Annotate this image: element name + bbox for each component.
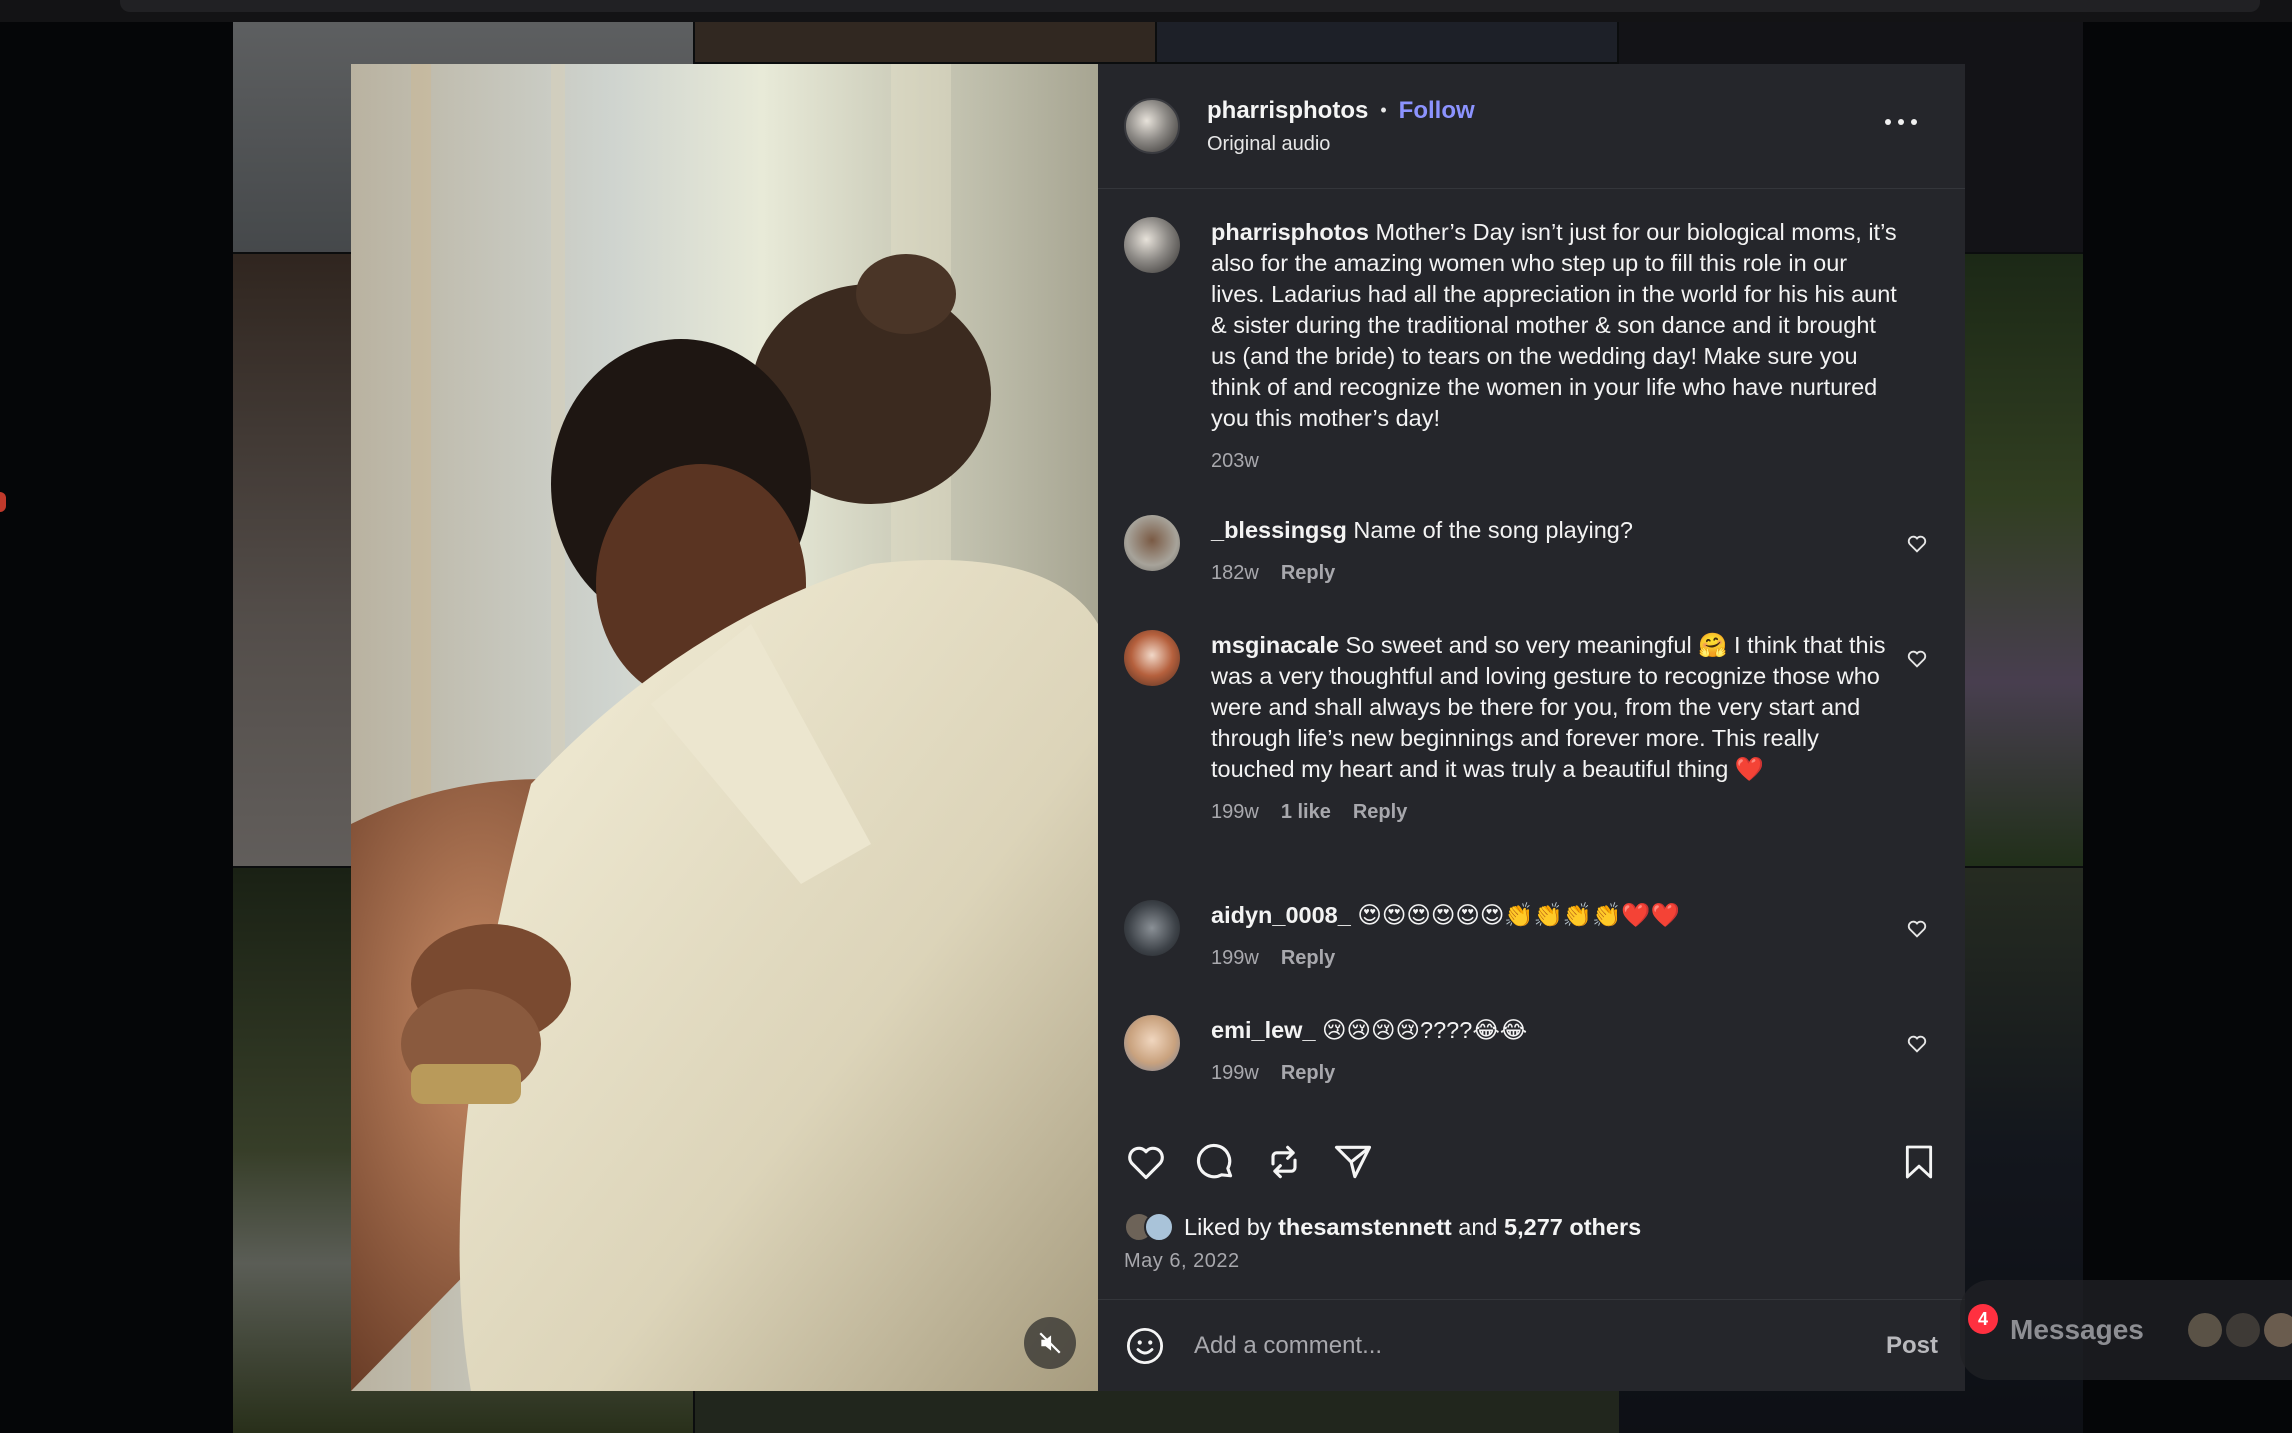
muted-icon: [1039, 1332, 1061, 1354]
post-side-panel: pharrisphotos • Follow Original audio ph…: [1098, 64, 1965, 1391]
comment-text: 😍😍😍😍😍😍👏👏👏👏❤️❤️: [1357, 902, 1680, 928]
comment-time[interactable]: 182w: [1211, 558, 1259, 589]
reply-button[interactable]: Reply: [1353, 797, 1407, 828]
post-actions: [1124, 1138, 1939, 1186]
messages-label: Messages: [2010, 1314, 2144, 1345]
post-button[interactable]: Post: [1886, 1332, 1938, 1360]
follow-button[interactable]: Follow: [1399, 97, 1475, 125]
reply-button[interactable]: Reply: [1281, 943, 1335, 974]
messages-bar[interactable]: 4 Messages: [1960, 1280, 2292, 1380]
liker-username[interactable]: thesamstennett: [1278, 1214, 1452, 1240]
comment-time[interactable]: 199w: [1211, 797, 1259, 828]
comment-likes[interactable]: 1 like: [1281, 797, 1331, 828]
comment-icon[interactable]: [1193, 1140, 1237, 1184]
video-frame: [351, 64, 1098, 1391]
comment-text: 😢😢😢😢????😂😂: [1322, 1017, 1528, 1043]
heart-icon[interactable]: [1124, 1140, 1168, 1184]
comment-heart-icon[interactable]: [1906, 648, 1928, 670]
emoji-icon[interactable]: [1124, 1325, 1166, 1367]
bookmark-icon[interactable]: [1899, 1140, 1939, 1184]
comment-time[interactable]: 199w: [1211, 1058, 1259, 1089]
post-modal: pharrisphotos • Follow Original audio ph…: [351, 64, 1965, 1391]
mute-button[interactable]: [1024, 1317, 1076, 1369]
comment-username[interactable]: emi_lew_: [1211, 1017, 1316, 1043]
and-label: and: [1458, 1213, 1498, 1240]
reply-button[interactable]: Reply: [1281, 558, 1335, 589]
separator-dot: •: [1380, 100, 1387, 120]
more-icon[interactable]: [1885, 112, 1917, 132]
message-avatar: [2263, 1313, 2292, 1347]
commenter-avatar[interactable]: [1124, 900, 1180, 956]
messages-badge: 4: [1968, 1304, 1998, 1334]
comment-heart-icon[interactable]: [1906, 1033, 1928, 1055]
commenter-avatar[interactable]: [1124, 1015, 1180, 1071]
liker-avatar[interactable]: [1144, 1212, 1174, 1242]
commenter-avatar[interactable]: [1124, 515, 1180, 571]
comment-username[interactable]: aidyn_0008_: [1211, 902, 1351, 928]
comment-time[interactable]: 199w: [1211, 943, 1259, 974]
messages-avatars: [2184, 1313, 2292, 1347]
likes-summary: Liked by thesamstennett and 5,277 others: [1124, 1212, 1641, 1242]
comment-composer: Post: [1098, 1299, 1965, 1391]
author-username[interactable]: pharrisphotos: [1207, 97, 1368, 125]
comment-input[interactable]: [1194, 1325, 1854, 1366]
comment-username[interactable]: msginacale: [1211, 632, 1339, 658]
header-divider: [1098, 188, 1965, 189]
comment-heart-icon[interactable]: [1906, 918, 1928, 940]
caption-time[interactable]: 203w: [1211, 446, 1259, 477]
comment-heart-icon[interactable]: [1906, 533, 1928, 555]
caption-username[interactable]: pharrisphotos: [1211, 219, 1369, 245]
commenter-avatar[interactable]: [1124, 630, 1180, 686]
audio-link[interactable]: Original audio: [1207, 133, 1475, 156]
post-video[interactable]: [351, 64, 1098, 1391]
post-header: pharrisphotos • Follow Original audio: [1098, 64, 1965, 188]
post-date[interactable]: May 6, 2022: [1124, 1250, 1240, 1273]
header-text: pharrisphotos • Follow Original audio: [1207, 97, 1475, 156]
repost-icon[interactable]: [1262, 1140, 1306, 1184]
notification-dot: [0, 492, 6, 512]
share-icon[interactable]: [1331, 1140, 1375, 1184]
caption-text: Mother’s Day isn’t just for our biologic…: [1211, 219, 1897, 431]
caption-avatar[interactable]: [1124, 217, 1180, 273]
others-count[interactable]: 5,277 others: [1504, 1214, 1641, 1240]
comment-username[interactable]: _blessingsg: [1211, 517, 1347, 543]
liked-by-label: Liked by: [1184, 1213, 1272, 1240]
message-avatar: [2187, 1313, 2222, 1347]
reply-button[interactable]: Reply: [1281, 1058, 1335, 1089]
message-avatar: [2225, 1313, 2260, 1347]
author-avatar[interactable]: [1124, 98, 1180, 154]
comment-text: Name of the song playing?: [1353, 517, 1633, 543]
